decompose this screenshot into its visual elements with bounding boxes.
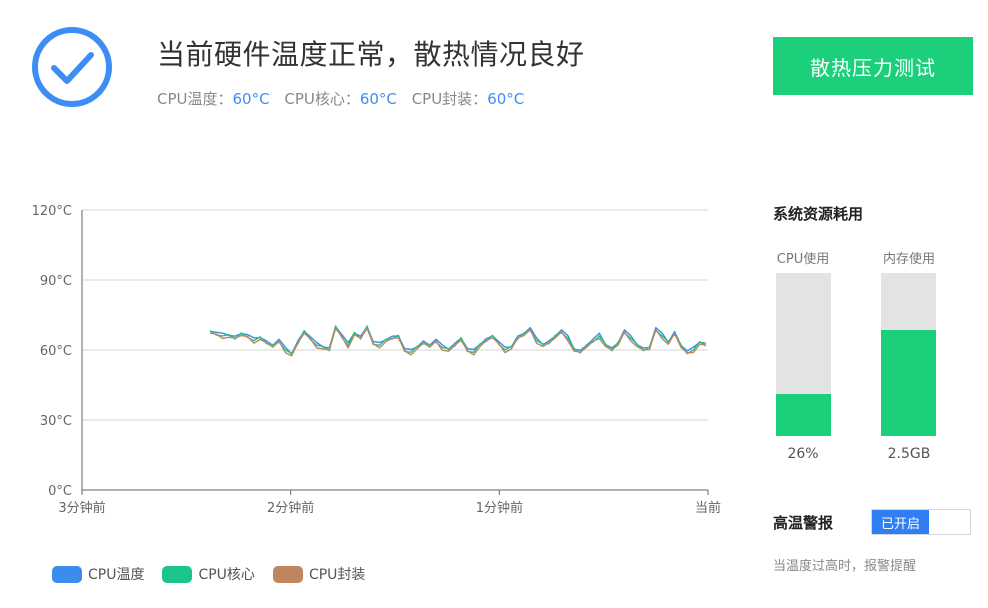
- cpu-temp-label: CPU温度：: [157, 90, 233, 108]
- toggle-on-label: 已开启: [872, 510, 929, 534]
- cpu-core-item: CPU核心：60°C: [284, 90, 397, 108]
- x-tick-label: 当前: [695, 500, 721, 516]
- cpu-package-value: 60°C: [487, 90, 525, 108]
- x-tick-label: 1分钟前: [476, 500, 523, 516]
- cpu-usage-label: CPU使用: [776, 252, 830, 267]
- high-temp-alarm-toggle[interactable]: 已开启: [871, 509, 971, 535]
- cpu-usage-value: 26%: [787, 446, 819, 462]
- memory-usage-value: 2.5GB: [887, 446, 931, 462]
- legend-label-cpu-temp: CPU温度: [88, 567, 145, 583]
- high-temp-alarm-label: 高温警报: [773, 514, 834, 532]
- legend-swatch-cpu-temp: [52, 565, 82, 583]
- legend-item-cpu-core[interactable]: CPU核心: [162, 564, 255, 584]
- stress-test-button[interactable]: 散热压力测试: [773, 37, 973, 95]
- x-tick-label: 3分钟前: [58, 500, 105, 516]
- y-tick-label: 60°C: [40, 344, 72, 359]
- legend-item-cpu-package[interactable]: CPU封装: [272, 564, 366, 584]
- page-title: 当前硬件温度正常，散热情况良好: [157, 38, 585, 71]
- high-temp-alarm-description: 当温度过高时，报警提醒: [773, 559, 917, 574]
- cpu-package-item: CPU封装：60°C: [412, 90, 525, 108]
- memory-usage-bar-fill: [881, 330, 936, 436]
- y-tick-label: 90°C: [40, 274, 72, 289]
- y-tick-label: 0°C: [48, 484, 72, 499]
- temperature-summary: CPU温度：60°C CPU核心：60°C CPU封装：60°C: [157, 88, 534, 109]
- legend-swatch-cpu-package: [272, 565, 303, 583]
- status-icon: [30, 25, 114, 109]
- memory-usage-bar: [881, 273, 936, 436]
- cpu-temp-item: CPU温度：60°C: [157, 90, 270, 108]
- y-tick-label: 30°C: [40, 414, 72, 429]
- chart-legend: CPU温度 CPU核心 CPU封装: [52, 564, 365, 584]
- x-tick-label: 2分钟前: [267, 500, 314, 516]
- cpu-usage-bar: [776, 273, 831, 436]
- cpu-core-label: CPU核心：: [284, 90, 360, 108]
- cpu-core-value: 60°C: [359, 90, 397, 108]
- series-line: [209, 327, 707, 357]
- resource-usage-title: 系统资源耗用: [773, 205, 864, 223]
- y-tick-label: 120°C: [32, 204, 72, 219]
- legend-label-cpu-package: CPU封装: [308, 567, 366, 583]
- legend-item-cpu-temp[interactable]: CPU温度: [52, 564, 144, 584]
- legend-label-cpu-core: CPU核心: [198, 567, 255, 583]
- check-circle-icon: [32, 27, 112, 107]
- temperature-chart: 0°C 30°C 60°C 90°C 120°C 3分钟前 2分钟前 1分钟前 当前: [32, 204, 721, 516]
- memory-usage-label: 内存使用: [882, 252, 935, 267]
- cpu-package-label: CPU封装：: [411, 90, 488, 108]
- cpu-usage-bar-fill: [776, 393, 831, 436]
- legend-swatch-cpu-core: [162, 565, 193, 583]
- cpu-temp-value: 60°C: [232, 90, 270, 108]
